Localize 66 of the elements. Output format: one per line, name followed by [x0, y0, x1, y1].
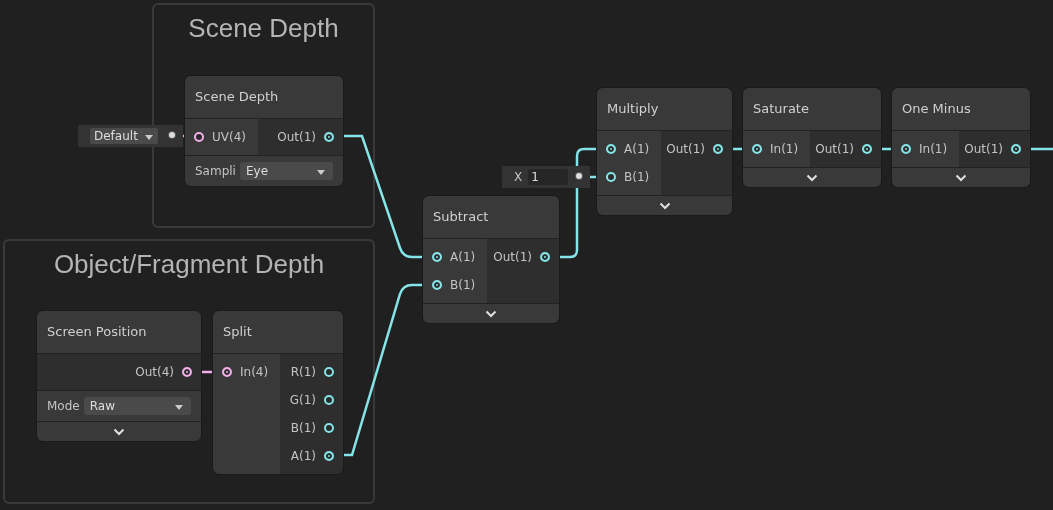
node-card[interactable]: Screen Position Out(4) Mode Raw [37, 311, 201, 441]
port-dot[interactable] [540, 252, 550, 262]
node-title: Subtract [423, 196, 559, 239]
port-dot[interactable] [752, 144, 762, 154]
port-label: Out(1) [493, 250, 532, 264]
port-dot[interactable] [901, 144, 911, 154]
port-dot[interactable] [1011, 144, 1021, 154]
port-dot[interactable] [194, 132, 204, 142]
dropdown[interactable]: Eye [239, 162, 333, 180]
port-dot[interactable] [324, 451, 334, 461]
port-dot[interactable] [182, 367, 192, 377]
node-title: Multiply [597, 88, 732, 131]
port-dot[interactable] [324, 367, 334, 377]
node-card[interactable]: Subtract A(1) B(1) Out(1) [423, 196, 559, 323]
chevron-down-icon [113, 427, 125, 436]
chevron-down-icon [806, 173, 818, 182]
node-title: Scene Depth [185, 76, 343, 119]
port-label: B(1) [624, 170, 650, 184]
port-dot[interactable] [432, 252, 442, 262]
port-label: In(1) [919, 142, 948, 156]
port-label: A(1) [624, 142, 650, 156]
port-dot[interactable] [432, 280, 442, 290]
port-dot[interactable] [169, 132, 175, 138]
port-label: B(1) [290, 421, 316, 435]
node-title: Split [213, 311, 343, 354]
port-dot[interactable] [222, 367, 232, 377]
chevron-down-icon [955, 173, 967, 182]
group-title: Object/Fragment Depth [53, 248, 325, 281]
port-label: A(1) [290, 449, 316, 463]
port-dot[interactable] [324, 423, 334, 433]
port-dot[interactable] [862, 144, 872, 154]
port-label: G(1) [289, 393, 316, 407]
port-label: Out(4) [135, 365, 174, 379]
node-title: Screen Position [37, 311, 201, 354]
port-label: A(1) [450, 250, 476, 264]
port-dot[interactable] [324, 132, 334, 142]
port-label: Out(1) [277, 130, 316, 144]
port-label: Out(1) [815, 142, 854, 156]
control-label: Sampli [195, 164, 236, 178]
port-dot[interactable] [713, 144, 723, 154]
chevron-down-icon [658, 201, 671, 210]
node-title: One Minus [892, 88, 1030, 131]
node-card[interactable]: Split In(4) R(1) G(1) B(1) A(1) [213, 311, 343, 474]
port-label: Out(1) [964, 142, 1003, 156]
port-dot[interactable] [606, 172, 616, 182]
port-label: Out(1) [666, 142, 705, 156]
port-dot[interactable] [324, 395, 334, 405]
node-title: Saturate [743, 88, 881, 131]
port-label: UV(4) [212, 130, 246, 144]
port-dot[interactable] [606, 144, 616, 154]
field-label: X [514, 170, 523, 184]
port-label: In(1) [770, 142, 799, 156]
node-card[interactable]: One Minus In(1) Out(1) [892, 88, 1030, 187]
node-card[interactable]: Multiply A(1) B(1) Out(1) [597, 88, 732, 215]
control-label: Mode [47, 399, 80, 413]
dropdown[interactable]: Raw [83, 397, 191, 415]
chevron-down-icon [485, 309, 497, 318]
port-label: R(1) [290, 365, 316, 379]
node-card[interactable]: Saturate In(1) Out(1) [743, 88, 881, 187]
group-title: Scene Depth [188, 12, 339, 45]
node-card[interactable]: Scene Depth UV(4) Out(1) Sampli Eye [185, 76, 343, 186]
dropdown[interactable]: Default [90, 128, 158, 144]
number-field[interactable]: 1 [528, 169, 569, 185]
port-dot[interactable] [576, 173, 582, 179]
port-label: B(1) [450, 278, 476, 292]
port-label: In(4) [240, 365, 269, 379]
